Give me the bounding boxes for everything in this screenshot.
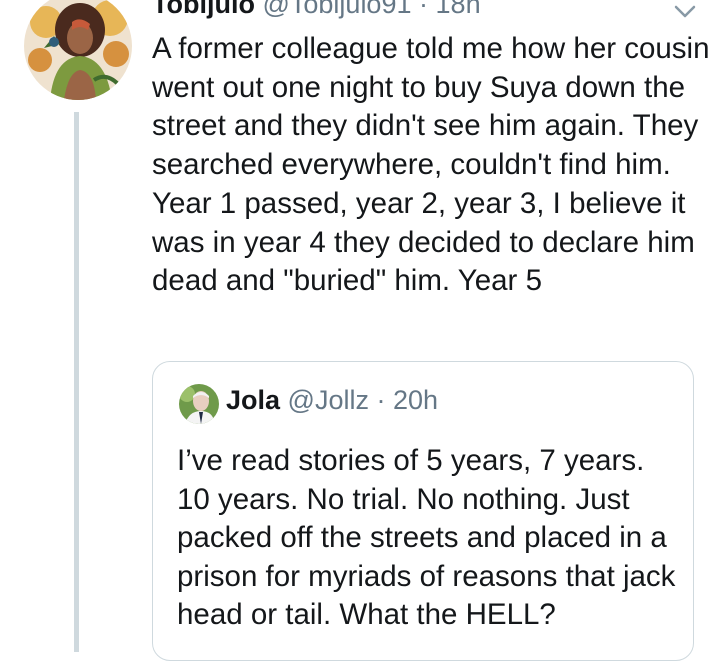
handle[interactable]: @Tobijulo91 (262, 0, 411, 19)
chevron-down-icon (674, 5, 696, 18)
avatar[interactable] (24, 0, 132, 100)
tweet-header: Tobijulo @Tobijulo91 · 18h (152, 0, 481, 20)
thread-line (74, 112, 79, 652)
quoted-tweet-text: I’ve read stories of 5 years, 7 years. 1… (177, 444, 676, 631)
quoted-handle[interactable]: @Jollz (288, 385, 369, 415)
tweet-text: A former colleague told me how her cousi… (152, 32, 710, 298)
quoted-tweet-header: Jola @Jollz · 20h (226, 382, 438, 418)
separator: · (419, 0, 429, 19)
quoted-tweet[interactable]: Jola @Jollz · 20h I’ve read stories of 5… (152, 361, 694, 661)
timestamp[interactable]: 18h (436, 0, 481, 19)
display-name[interactable]: Tobijulo (152, 0, 255, 19)
man-portrait-avatar-icon (179, 384, 219, 424)
more-options-button[interactable] (673, 4, 697, 20)
quoted-timestamp[interactable]: 20h (393, 385, 438, 415)
quoted-display-name[interactable]: Jola (226, 385, 280, 415)
quoted-avatar[interactable] (179, 384, 219, 424)
quoted-separator: · (376, 385, 386, 415)
illustrated-woman-avatar-icon (24, 0, 132, 100)
